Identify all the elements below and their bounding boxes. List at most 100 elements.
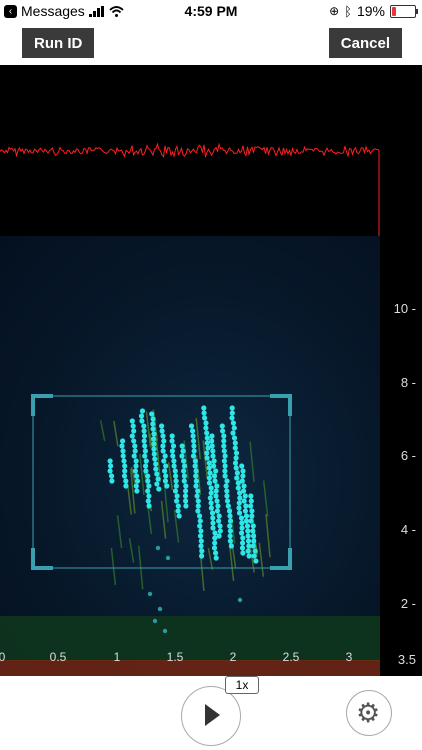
detection-dot bbox=[245, 528, 251, 534]
detection-dot bbox=[170, 453, 176, 459]
detection-dot bbox=[238, 515, 245, 521]
detection-dot bbox=[251, 553, 257, 559]
detection-dot bbox=[174, 498, 180, 504]
detection-dot bbox=[227, 528, 233, 534]
play-button[interactable] bbox=[181, 686, 241, 746]
play-icon bbox=[205, 704, 220, 726]
detection-dot bbox=[132, 443, 138, 449]
detection-dot bbox=[234, 475, 240, 481]
detection-dot bbox=[249, 513, 255, 519]
detection-dot bbox=[180, 448, 186, 454]
detection-dot bbox=[169, 433, 175, 439]
settings-button[interactable]: ⚙ bbox=[346, 690, 392, 736]
detection-dot bbox=[232, 440, 238, 446]
status-bar: ‹ Messages 4:59 PM ⊕ ᛒ 19% bbox=[0, 0, 422, 22]
detection-dot bbox=[226, 508, 233, 514]
detection-dot bbox=[161, 458, 167, 464]
detection-dot bbox=[171, 458, 177, 464]
detection-dot bbox=[241, 483, 247, 489]
detection-dot bbox=[240, 540, 246, 546]
detection-dot bbox=[138, 413, 145, 419]
run-id-button[interactable]: Run ID bbox=[22, 28, 95, 58]
detection-dot bbox=[221, 458, 227, 464]
detection-dot bbox=[211, 458, 217, 464]
detection-dot bbox=[141, 433, 148, 439]
detection-dot bbox=[122, 468, 128, 474]
streak bbox=[265, 514, 271, 558]
detection-dot bbox=[233, 465, 239, 471]
detection-dots bbox=[107, 405, 259, 634]
detection-dot bbox=[222, 453, 228, 459]
detection-dot bbox=[147, 591, 153, 597]
detection-dot bbox=[133, 483, 139, 489]
detection-dot bbox=[227, 513, 233, 519]
detection-dot bbox=[155, 545, 161, 551]
detection-dot bbox=[241, 498, 247, 504]
detection-dot bbox=[133, 463, 139, 469]
detection-dot bbox=[204, 455, 210, 461]
playback-bar: 1x ⚙ bbox=[0, 676, 422, 750]
corner-handle-tr[interactable] bbox=[270, 394, 292, 416]
detection-dot bbox=[250, 543, 256, 549]
detection-dot bbox=[108, 463, 114, 469]
corner-handle-tl[interactable] bbox=[31, 394, 53, 416]
detection-dot bbox=[240, 550, 246, 556]
detection-dot bbox=[220, 428, 226, 434]
detection-dot bbox=[216, 513, 222, 519]
detection-dot bbox=[183, 498, 189, 504]
detection-dot bbox=[151, 446, 157, 452]
streak bbox=[262, 480, 269, 517]
detection-dot bbox=[152, 456, 158, 462]
time-tick-1: 1 bbox=[113, 650, 121, 664]
detection-dot bbox=[155, 476, 161, 482]
detection-dot bbox=[224, 488, 230, 494]
detection-dot bbox=[146, 483, 152, 489]
detection-dot bbox=[203, 420, 209, 426]
spectrogram-view[interactable]: 10 - 8 - 6 - 4 - 2 - 3.5 0 0.5 1 1.5 2 2… bbox=[0, 236, 422, 676]
streak bbox=[249, 441, 255, 483]
detection-dot bbox=[227, 518, 234, 524]
streak bbox=[110, 547, 117, 585]
detection-dot bbox=[212, 540, 218, 546]
detection-dot bbox=[210, 453, 216, 459]
detection-dot bbox=[160, 443, 166, 449]
battery-fill bbox=[392, 6, 397, 16]
detection-dot bbox=[214, 508, 220, 514]
detection-dot bbox=[210, 515, 216, 521]
detection-dot bbox=[197, 513, 203, 519]
streak bbox=[116, 515, 123, 549]
detection-dot bbox=[142, 453, 148, 459]
frequency-axis: 10 - 8 - 6 - 4 - 2 - 3.5 bbox=[380, 236, 422, 676]
corner-handle-bl[interactable] bbox=[31, 548, 53, 570]
detection-dot bbox=[250, 523, 256, 529]
detection-dot bbox=[236, 510, 243, 516]
cancel-button[interactable]: Cancel bbox=[328, 28, 402, 58]
waveform-trace bbox=[0, 142, 380, 236]
detection-dot bbox=[191, 438, 197, 444]
time-tick-2-5: 2.5 bbox=[282, 650, 300, 664]
detection-dot bbox=[107, 468, 113, 474]
detection-dot bbox=[194, 493, 200, 499]
streak bbox=[128, 538, 135, 563]
detection-dot bbox=[172, 468, 178, 474]
detection-dot bbox=[229, 410, 235, 416]
speed-badge[interactable]: 1x bbox=[225, 676, 259, 694]
detection-dot bbox=[242, 493, 248, 499]
waveform-view[interactable] bbox=[0, 65, 422, 237]
detection-dot bbox=[248, 503, 254, 509]
detection-dot bbox=[225, 503, 231, 509]
detection-dot bbox=[150, 416, 156, 422]
corner-handle-br[interactable] bbox=[270, 548, 292, 570]
detection-dot bbox=[162, 453, 168, 459]
detection-dot bbox=[172, 488, 179, 494]
detection-dot bbox=[207, 495, 213, 501]
detection-dot bbox=[190, 453, 197, 459]
detection-dot bbox=[151, 441, 157, 447]
detection-dot bbox=[154, 471, 160, 477]
detection-dot bbox=[230, 420, 236, 426]
detection-dot bbox=[165, 555, 171, 561]
status-right: ⊕ ᛒ 19% bbox=[329, 3, 418, 19]
detection-dot bbox=[229, 415, 235, 421]
detection-dot bbox=[206, 475, 212, 481]
detection-dot bbox=[143, 463, 149, 469]
